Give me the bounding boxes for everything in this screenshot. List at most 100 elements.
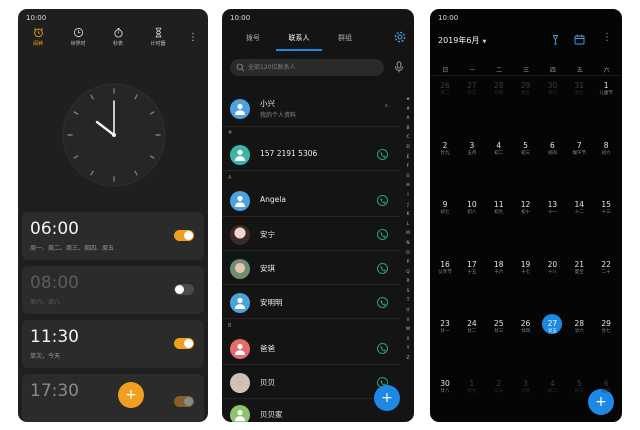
index-letter[interactable]: G (406, 172, 409, 182)
search-input[interactable]: 全部120位联系人 (230, 59, 384, 76)
tab-world-clock[interactable]: 世界时 (58, 27, 98, 47)
calendar-day[interactable]: 12 初十 (513, 200, 539, 216)
calendar-day[interactable]: 14 十二 (566, 200, 592, 216)
contact-row[interactable]: 安琪 (222, 253, 400, 285)
calendar-day[interactable]: 16 父亲节 (432, 260, 458, 276)
tab-timer[interactable]: 计时器 (138, 27, 178, 47)
calendar-day[interactable]: 2 三十 (486, 379, 512, 395)
index-letter[interactable]: U (406, 306, 409, 316)
contact-row[interactable]: 安明明 (222, 287, 400, 319)
call-button[interactable] (377, 149, 388, 160)
index-letter[interactable]: R (407, 277, 410, 287)
alarm-toggle[interactable] (174, 338, 194, 349)
calendar-day[interactable]: 24 廿二 (459, 319, 485, 335)
tab-dialer[interactable]: 拨号 (230, 27, 276, 51)
nearby-icon[interactable] (550, 34, 561, 45)
index-letter[interactable]: A (407, 114, 410, 124)
contact-row[interactable]: Angela (222, 185, 400, 217)
calendar-day[interactable]: 21 夏至 (566, 260, 592, 276)
calendar-day[interactable]: 8 初六 (593, 141, 619, 157)
index-letter[interactable]: D (406, 143, 409, 153)
index-letter[interactable]: E (407, 153, 410, 163)
calendar-day[interactable]: 19 十七 (513, 260, 539, 276)
calendar-day[interactable]: 18 十六 (486, 260, 512, 276)
contact-row[interactable]: 安宁 (222, 219, 400, 251)
calendar-today-icon[interactable] (574, 34, 585, 45)
tab-alarm[interactable]: 闹钟 (18, 27, 58, 47)
alarm-item[interactable]: 11:30 单次，今天 (22, 320, 204, 368)
calendar-day[interactable]: 28 廿六 (566, 319, 592, 335)
index-letter[interactable]: J (407, 201, 408, 211)
alarm-toggle[interactable] (174, 396, 194, 407)
alphabet-index-bar[interactable]: ★ # A B C D E F G H I J K L M N O P Q R S T U V W X Y Z (403, 95, 413, 364)
index-letter[interactable]: P (407, 258, 410, 268)
index-letter[interactable]: B (407, 124, 410, 134)
calendar-day[interactable]: 25 廿三 (486, 319, 512, 335)
calendar-day[interactable]: 23 廿一 (432, 319, 458, 335)
calendar-day[interactable]: 30 廿六 (539, 81, 565, 97)
index-letter[interactable]: M (406, 229, 410, 239)
calendar-day[interactable]: 5 初三 (513, 141, 539, 157)
calendar-day[interactable]: 29 廿五 (513, 81, 539, 97)
calendar-day[interactable]: 6 初四 (593, 379, 619, 395)
my-profile-row[interactable]: 小兴 我的个人资料 › (222, 93, 400, 127)
calendar-day[interactable]: 4 初二 (539, 379, 565, 395)
index-letter[interactable]: X (407, 335, 410, 345)
index-letter[interactable]: T (407, 296, 410, 306)
calendar-day[interactable]: 3 六月 (513, 379, 539, 395)
calendar-day[interactable]: 28 廿四 (486, 81, 512, 97)
index-letter[interactable]: Z (407, 354, 410, 364)
contact-row[interactable]: 157 2191 5306 (222, 139, 400, 171)
index-letter[interactable]: K (407, 210, 410, 220)
calendar-day[interactable]: 1 廿九 (459, 379, 485, 395)
month-selector[interactable]: 2019年6月 ▼ (438, 35, 486, 46)
contact-row[interactable]: 贝贝家 (222, 399, 400, 422)
calendar-day[interactable]: 7 端午节 (566, 141, 592, 157)
calendar-day[interactable]: 30 廿八 (432, 379, 458, 395)
index-letter[interactable]: F (407, 162, 409, 172)
calendar-day[interactable]: 9 初七 (432, 200, 458, 216)
calendar-day[interactable]: 6 初四 (539, 141, 565, 157)
calendar-day[interactable]: 26 廿二 (432, 81, 458, 97)
add-contact-button[interactable]: + (374, 385, 400, 411)
settings-icon[interactable] (394, 31, 406, 43)
index-letter[interactable]: # (406, 105, 410, 115)
calendar-day[interactable]: 10 初八 (459, 200, 485, 216)
contact-row[interactable]: 贝贝 (222, 367, 400, 399)
calendar-day[interactable]: 1 儿童节 (593, 81, 619, 97)
alarm-item[interactable]: 06:00 周一、周二、周三、周四、周五 (22, 212, 204, 260)
more-vertical-icon[interactable]: ⋮ (188, 33, 198, 43)
calendar-day[interactable]: 3 五月 (459, 141, 485, 157)
calendar-day[interactable]: 27 廿三 (459, 81, 485, 97)
calendar-day[interactable]: 20 十八 (539, 260, 565, 276)
alarm-item[interactable]: 17:30 (22, 374, 204, 422)
index-letter[interactable]: W (406, 325, 410, 335)
add-alarm-button[interactable]: + (118, 382, 144, 408)
tab-contacts[interactable]: 联系人 (276, 27, 322, 51)
alarm-item[interactable]: 08:00 周六、周八 (22, 266, 204, 314)
alarm-toggle[interactable] (174, 230, 194, 241)
index-letter[interactable]: Q (406, 268, 409, 278)
index-letter[interactable]: S (407, 287, 410, 297)
index-letter[interactable]: ★ (406, 95, 410, 105)
calendar-day[interactable]: 17 十五 (459, 260, 485, 276)
calendar-day-today[interactable]: 27 廿五 (539, 314, 565, 335)
more-vertical-icon[interactable]: ⋮ (602, 33, 612, 43)
calendar-day[interactable]: 29 廿七 (593, 319, 619, 335)
index-letter[interactable]: Y (407, 344, 410, 354)
index-letter[interactable]: H (406, 181, 409, 191)
index-letter[interactable]: O (406, 249, 409, 259)
index-letter[interactable]: V (407, 316, 410, 326)
calendar-day[interactable]: 31 廿七 (566, 81, 592, 97)
calendar-day[interactable]: 13 十一 (539, 200, 565, 216)
calendar-day[interactable]: 2 廿九 (432, 141, 458, 157)
calendar-day[interactable]: 5 初三 (566, 379, 592, 395)
index-letter[interactable]: N (406, 239, 409, 249)
tab-stopwatch[interactable]: 秒表 (98, 27, 138, 47)
index-letter[interactable]: L (407, 220, 409, 230)
contact-row[interactable]: 爸爸 (222, 333, 400, 365)
calendar-day[interactable]: 11 初九 (486, 200, 512, 216)
call-button[interactable] (377, 297, 388, 308)
index-letter[interactable]: I (407, 191, 408, 201)
call-button[interactable] (377, 229, 388, 240)
